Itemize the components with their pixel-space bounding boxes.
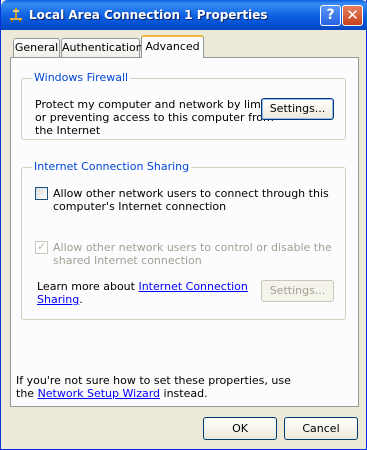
close-button[interactable]: ✕ bbox=[342, 5, 363, 26]
firewall-text-line-2: or preventing access to this computer fr… bbox=[35, 111, 274, 124]
windows-firewall-label: Windows Firewall bbox=[32, 71, 131, 84]
firewall-text-line-3: the Internet bbox=[35, 124, 101, 137]
allow-connect-label-line-1[interactable]: Allow other network users to connect thr… bbox=[53, 187, 329, 200]
firewall-text-line-1: Protect my computer and network by limit… bbox=[35, 98, 286, 111]
learn-more-line-1: Learn more about Internet Connection bbox=[37, 280, 248, 293]
learn-more-suffix: . bbox=[79, 293, 83, 306]
checkmark-icon: ✓ bbox=[37, 240, 47, 253]
network-connection-icon bbox=[10, 8, 22, 22]
tab-general[interactable]: General bbox=[13, 38, 60, 57]
cancel-button[interactable]: Cancel bbox=[284, 417, 358, 440]
allow-control-checkbox[interactable]: ✓ bbox=[35, 240, 48, 254]
network-setup-wizard-link[interactable]: Network Setup Wizard bbox=[38, 387, 160, 400]
allow-connect-checkbox[interactable] bbox=[35, 187, 48, 200]
ics-help-link-continued[interactable]: Sharing bbox=[37, 293, 79, 306]
ics-settings-button[interactable]: Settings... bbox=[261, 280, 334, 302]
wizard-hint-line-2: the Network Setup Wizard instead. bbox=[16, 387, 208, 400]
wizard-hint-suffix: instead. bbox=[160, 387, 208, 400]
allow-connect-label-line-2[interactable]: computer's Internet connection bbox=[53, 200, 226, 213]
learn-more-line-2: Sharing. bbox=[37, 293, 83, 306]
tab-advanced[interactable]: Advanced bbox=[141, 35, 204, 58]
wizard-hint-prefix: the bbox=[16, 387, 38, 400]
properties-dialog: Local Area Connection 1 Properties ? ✕ G… bbox=[0, 0, 367, 450]
ok-button[interactable]: OK bbox=[203, 417, 277, 440]
window-title: Local Area Connection 1 Properties bbox=[29, 8, 268, 22]
help-button[interactable]: ? bbox=[320, 5, 341, 26]
wizard-hint-line-1: If you're not sure how to set these prop… bbox=[16, 374, 291, 387]
ics-help-link[interactable]: Internet Connection bbox=[138, 280, 247, 293]
title-bar[interactable]: Local Area Connection 1 Properties ? ✕ bbox=[1, 0, 367, 30]
allow-control-label-line-2: shared Internet connection bbox=[53, 254, 202, 267]
tab-authentication[interactable]: Authentication bbox=[61, 38, 143, 57]
firewall-settings-button[interactable]: Settings... bbox=[261, 98, 334, 120]
advanced-tab-panel: Windows Firewall Protect my computer and… bbox=[10, 57, 359, 407]
allow-control-label-line-1: Allow other network users to control or … bbox=[53, 241, 332, 254]
ics-group-label: Internet Connection Sharing bbox=[32, 160, 192, 173]
learn-more-prefix: Learn more about bbox=[37, 280, 139, 293]
